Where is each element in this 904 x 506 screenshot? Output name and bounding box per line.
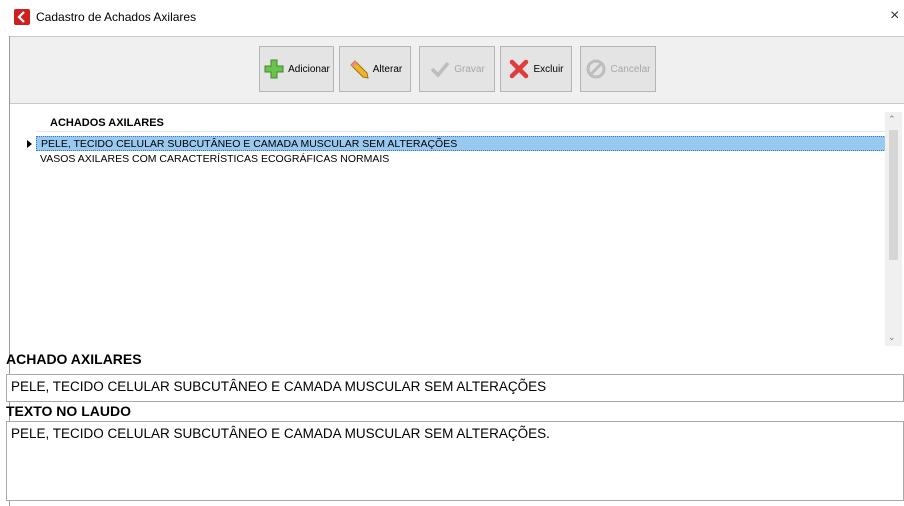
- achado-field[interactable]: PELE, TECIDO CELULAR SUBCUTÂNEO E CAMADA…: [6, 374, 904, 402]
- delete-button-label: Excluir: [533, 63, 564, 75]
- save-button-label: Gravar: [454, 63, 485, 75]
- grid-divider: [36, 131, 896, 132]
- texto-laudo-label: TEXTO NO LAUDO: [6, 403, 131, 419]
- window-title: Cadastro de Achados Axilares: [36, 10, 197, 24]
- checkmark-icon: [430, 61, 450, 78]
- scroll-up-icon[interactable]: ⌃: [888, 114, 896, 125]
- x-icon: [510, 59, 529, 79]
- scroll-down-icon[interactable]: ⌄: [888, 332, 896, 343]
- toolbar: Adicionar Alterar Gravar Excluir Cancela…: [10, 36, 904, 104]
- plus-icon: [264, 59, 284, 79]
- edit-button[interactable]: Alterar: [339, 46, 411, 92]
- cancel-button-label: Cancelar: [610, 63, 651, 75]
- table-row[interactable]: VASOS AXILARES COM CARACTERÍSTICAS ECOGR…: [36, 152, 896, 167]
- pencil-icon: [350, 60, 369, 79]
- texto-laudo-textarea[interactable]: PELE, TECIDO CELULAR SUBCUTÂNEO E CAMADA…: [6, 421, 904, 501]
- current-row-indicator-icon: [27, 140, 32, 148]
- achado-label: ACHADO AXILARES: [6, 351, 142, 367]
- app-logo-icon: [14, 9, 30, 25]
- table-row[interactable]: PELE, TECIDO CELULAR SUBCUTÂNEO E CAMADA…: [36, 136, 896, 151]
- close-button[interactable]: ×: [890, 7, 904, 25]
- add-button-label: Adicionar: [288, 63, 330, 75]
- cancel-button[interactable]: Cancelar: [580, 46, 656, 92]
- add-button[interactable]: Adicionar: [259, 46, 334, 92]
- scroll-thumb[interactable]: [889, 130, 898, 260]
- save-button[interactable]: Gravar: [419, 46, 495, 92]
- findings-grid: ACHADOS AXILARES PELE, TECIDO CELULAR SU…: [10, 104, 904, 346]
- grid-column-header: ACHADOS AXILARES: [50, 117, 164, 129]
- delete-button[interactable]: Excluir: [500, 46, 572, 92]
- title-bar: Cadastro de Achados Axilares ×: [0, 0, 904, 36]
- grid-scrollbar[interactable]: ⌃ ⌄: [885, 112, 902, 346]
- cancel-icon: [586, 59, 606, 79]
- edit-button-label: Alterar: [372, 63, 403, 75]
